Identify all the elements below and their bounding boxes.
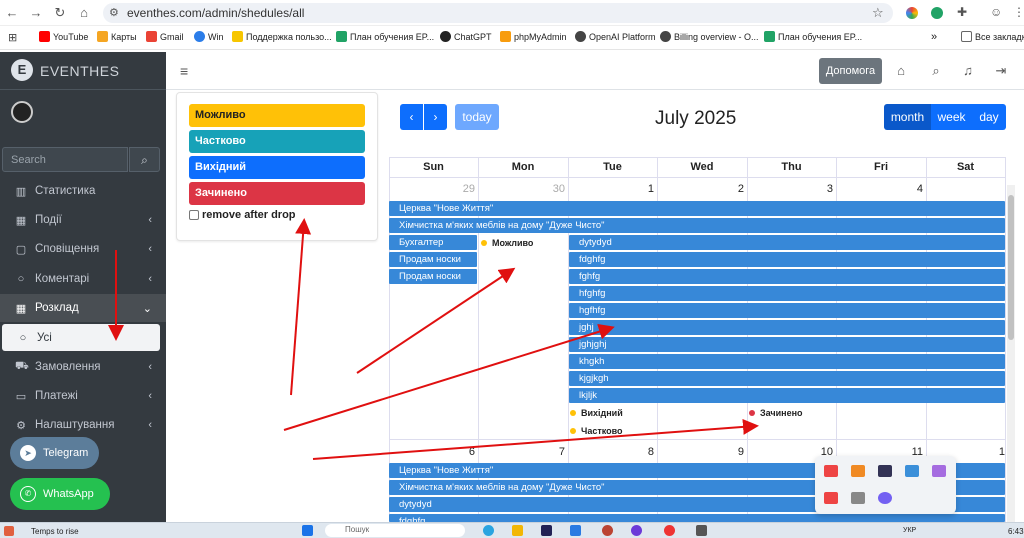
brave-icon[interactable] [824,465,838,477]
app-icon[interactable] [878,465,892,477]
weather-icon[interactable] [4,526,14,536]
clock[interactable]: 6:43 [1008,527,1024,536]
annotation-arrow [290,218,312,396]
start-icon[interactable] [302,525,313,536]
feather-icon[interactable] [932,465,946,477]
taskbar-app-icon[interactable] [570,525,581,536]
annotation-arrow [312,418,759,460]
taskbar-app-icon[interactable] [696,525,707,536]
app-icon[interactable] [824,492,838,504]
annotation-arrow [283,323,615,431]
annotation-arrow [356,267,516,374]
app-icon[interactable] [851,492,865,504]
taskbar-app-icon[interactable] [541,525,552,536]
taskbar-app-icon[interactable] [483,525,494,536]
taskbar-app-icon[interactable] [631,525,642,536]
folder-icon[interactable] [512,525,523,536]
taskbar-app-icon[interactable] [664,525,675,536]
viber-icon[interactable] [878,492,892,504]
taskbar-app-icon[interactable] [602,525,613,536]
taskbar-search[interactable]: Пошук [325,524,465,537]
language-indicator[interactable]: УКР [903,527,916,534]
taskbar-app-text[interactable]: Temps to rise [31,527,79,536]
shield-icon[interactable] [905,465,919,477]
app-icon[interactable] [851,465,865,477]
